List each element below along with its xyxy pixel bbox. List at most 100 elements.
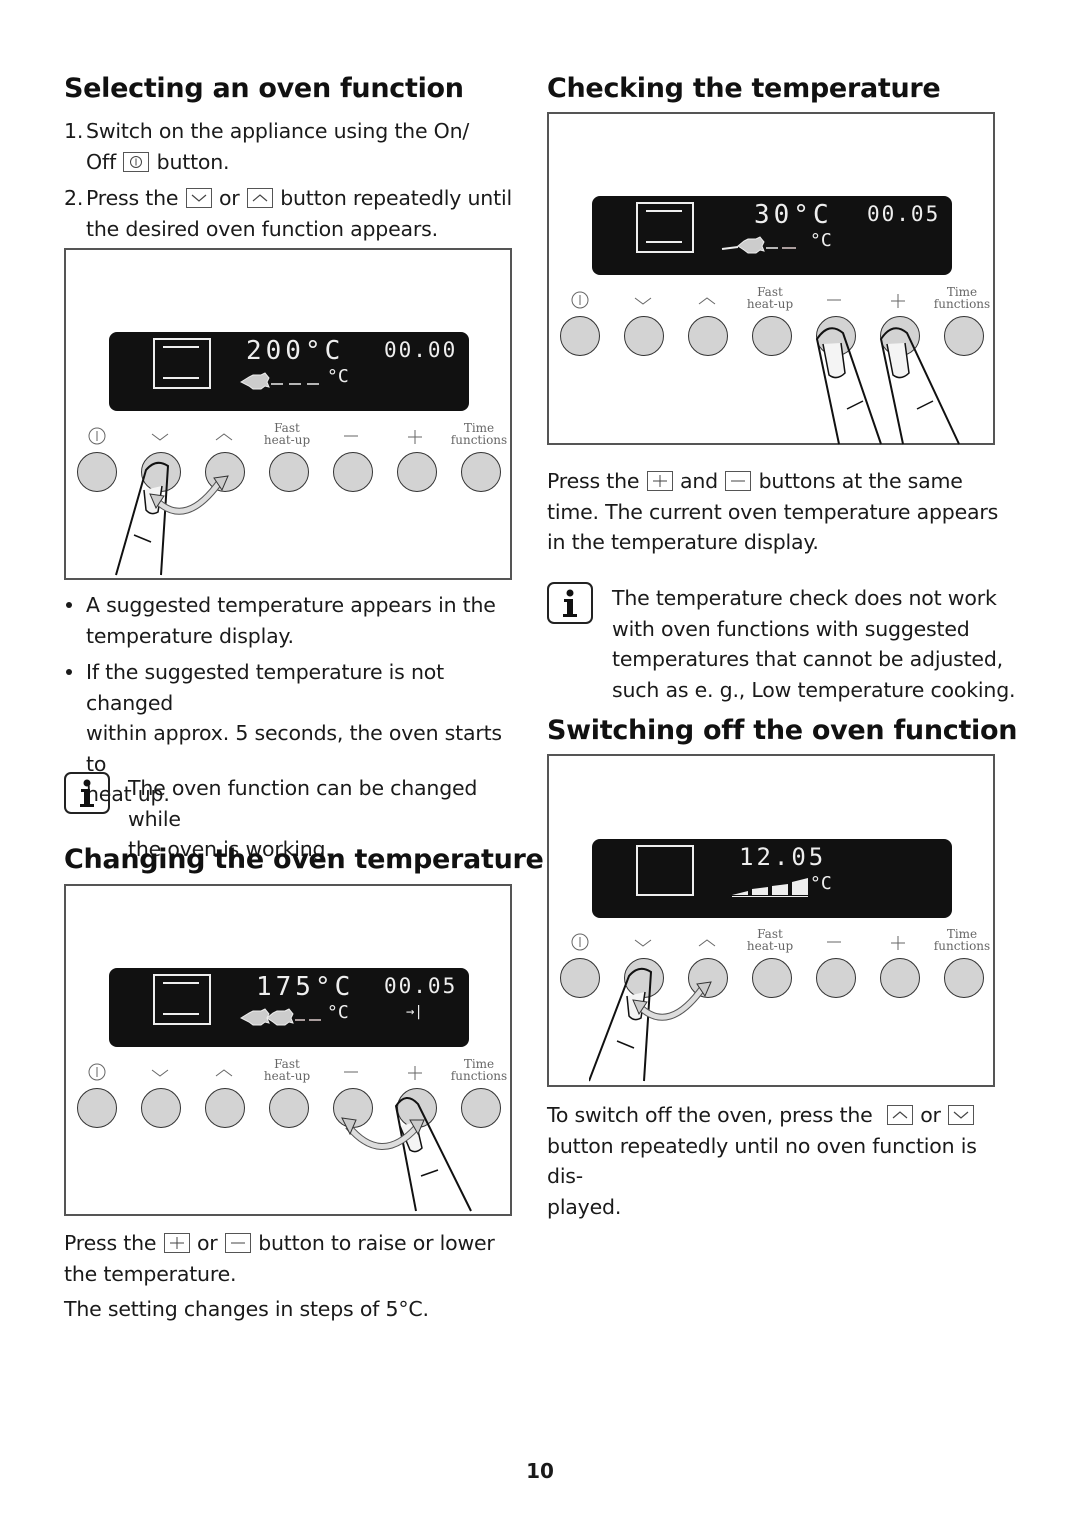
fast-heat-up-label: Fast heat-up [263, 1057, 311, 1083]
unit-label: °C [327, 1002, 349, 1023]
step-text: Off [86, 149, 116, 174]
section-title-switching-off: Switching off the oven function [547, 715, 1018, 746]
down-button[interactable] [141, 1088, 181, 1128]
section-title-checking: Checking the temperature [547, 73, 941, 104]
plus-button[interactable] [880, 958, 920, 998]
step-text: or [218, 186, 240, 210]
step-number: 2. [64, 186, 84, 210]
step-text: the desired oven function appears. [86, 216, 438, 241]
fast-heat-up-button[interactable] [269, 452, 309, 492]
plus-icon [891, 936, 905, 950]
time-functions-label: Time functions [450, 1057, 508, 1083]
oven-display: 175°C 00.05 °C →| [109, 968, 469, 1047]
fast-heat-up-button[interactable] [269, 1088, 309, 1128]
power-button[interactable] [560, 316, 600, 356]
plus-icon [408, 430, 422, 444]
chevron-down-icon [151, 433, 169, 441]
bullet-item: A suggested temperature appears in the te… [64, 590, 524, 651]
figure-switch-off: 12.05 °C Fast heat-up Time functions [547, 754, 995, 1087]
heat-bars-icon [732, 878, 808, 897]
step-text: button. [156, 149, 230, 174]
time-functions-label: Time functions [933, 285, 991, 311]
minus-icon [344, 435, 358, 437]
empty-function-icon [636, 845, 694, 896]
chevron-up-icon [698, 297, 716, 305]
step-text: Press the [86, 186, 179, 210]
time-readout: 00.00 [384, 338, 458, 362]
section-title-changing: Changing the oven temperature [64, 844, 544, 875]
oven-display: 30°C 00.05 °C [592, 196, 952, 275]
plus-icon [891, 294, 905, 308]
fast-heat-up-button[interactable] [752, 958, 792, 998]
power-icon [571, 291, 589, 309]
finger-icon [115, 461, 229, 576]
minus-key-icon [725, 471, 752, 491]
fast-heat-up-label: Fast heat-up [746, 285, 794, 311]
chevron-up-key-icon [246, 188, 273, 208]
plus-key-icon [163, 1233, 190, 1253]
fast-heat-up-label: Fast heat-up [263, 421, 311, 447]
bullet-dot [66, 669, 72, 675]
info-icon [547, 582, 593, 624]
minus-icon [827, 941, 841, 943]
chevron-down-key-icon [185, 188, 212, 208]
figure-check-temperature: 30°C 00.05 °C Fast heat-up Time functions [547, 112, 995, 445]
step-number: 1. [64, 119, 84, 143]
unit-label: °C [810, 873, 832, 894]
figure-select-function: 200°C 00.00 °C Fast heat-up Time functions [64, 248, 512, 580]
step-2: 2. Press the or button repeatedly until … [64, 183, 524, 244]
up-button[interactable] [205, 1088, 245, 1128]
section-title-selecting: Selecting an oven function [64, 73, 464, 104]
minus-icon [344, 1071, 358, 1073]
switch-off-text: To switch off the oven, press the or but… [547, 1103, 977, 1219]
time-functions-label: Time functions [450, 421, 508, 447]
temperature-readout: 175°C [256, 972, 355, 1002]
minus-icon [827, 299, 841, 301]
minus-button[interactable] [333, 452, 373, 492]
oven-display: 200°C 00.00 °C [109, 332, 469, 411]
down-button[interactable] [624, 316, 664, 356]
plus-icon [408, 1066, 422, 1080]
unit-label: °C [327, 366, 349, 387]
time-functions-label: Time functions [933, 927, 991, 953]
chevron-down-key-icon [948, 1105, 975, 1125]
minus-button[interactable] [816, 958, 856, 998]
chevron-up-icon [698, 939, 716, 947]
plus-key-icon [646, 471, 673, 491]
change-temp-text: Press the or button to raise or lower th… [64, 1228, 524, 1325]
temperature-readout: 200°C [246, 336, 345, 366]
power-icon [88, 427, 106, 445]
steps-list: 1. Switch on the appliance using the On/… [64, 116, 524, 244]
power-icon [571, 933, 589, 951]
minus-key-icon [224, 1233, 251, 1253]
up-button[interactable] [688, 316, 728, 356]
time-readout: 00.05 [384, 974, 458, 998]
power-icon [88, 1063, 106, 1081]
power-button[interactable] [77, 1088, 117, 1128]
chevron-down-icon [634, 297, 652, 305]
chevron-down-icon [634, 939, 652, 947]
check-temp-text: Press the and buttons at the same time. … [547, 469, 999, 554]
chevron-down-icon [151, 1069, 169, 1077]
finger-icon [589, 967, 712, 1082]
chevron-up-icon [215, 1069, 233, 1077]
two-fingers-icon [815, 327, 960, 445]
power-key-icon [123, 151, 150, 172]
temperature-readout: 30°C [754, 200, 833, 230]
unit-label: °C [810, 230, 832, 251]
fast-heat-up-button[interactable] [752, 316, 792, 356]
chevron-up-key-icon [886, 1105, 913, 1125]
clock-readout: 12.05 [739, 843, 827, 871]
time-readout: 00.05 [867, 202, 941, 226]
info-note: The temperature check does not work with… [612, 586, 1016, 702]
step-text: Switch on the appliance using the On/ [86, 119, 470, 143]
time-functions-button[interactable] [461, 452, 501, 492]
figure-change-temperature: 175°C 00.05 °C →| Fast heat-up Time functi… [64, 884, 512, 1216]
step-1: 1. Switch on the appliance using the On/… [64, 116, 524, 177]
time-functions-button[interactable] [944, 958, 984, 998]
bullet-dot [66, 602, 72, 608]
finger-icon [341, 1097, 472, 1212]
plus-button[interactable] [397, 452, 437, 492]
page-number: 10 [526, 1459, 554, 1483]
oven-function-icon [636, 202, 694, 253]
